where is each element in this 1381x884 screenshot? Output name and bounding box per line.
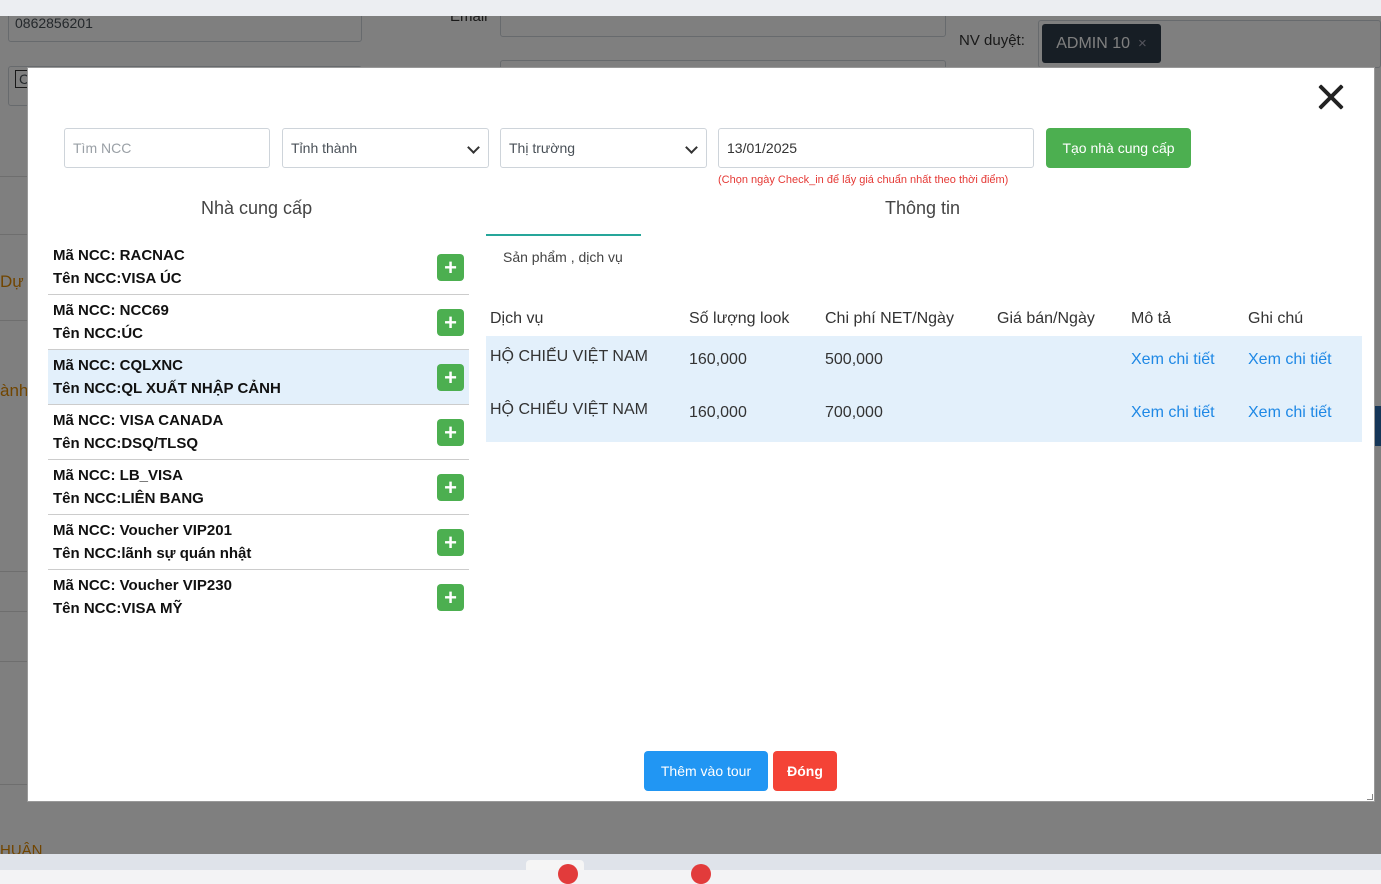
cell-quantity: 160,000 [689, 404, 747, 421]
header-note: Ghi chú [1248, 310, 1304, 327]
supplier-list: Mã NCC: RACNAC Tên NCC:VISA ÚC + Mã NCC:… [48, 240, 469, 625]
table-row[interactable]: HỘ CHIẾU VIỆT NAM 160,000 500,000 Xem ch… [486, 336, 1362, 389]
market-select-value: Thị trường [509, 140, 576, 156]
supplier-name: Tên NCC:DSQ/TLSQ [53, 435, 198, 452]
add-supplier-button[interactable]: + [437, 419, 464, 446]
close-button[interactable]: Đóng [773, 751, 837, 791]
tab-products-services[interactable]: Sản phẩm , dịch vụ [486, 234, 641, 270]
header-sale-price: Giá bán/Ngày [997, 310, 1095, 327]
supplier-name: Tên NCC:lãnh sự quán nhật [53, 545, 252, 562]
add-to-tour-button[interactable]: Thêm vào tour [644, 751, 768, 791]
supplier-search-input[interactable]: Tìm NCC [64, 128, 270, 168]
note-link[interactable]: Xem chi tiết [1248, 404, 1332, 422]
add-supplier-button[interactable]: + [437, 254, 464, 281]
supplier-item[interactable]: Mã NCC: LB_VISA Tên NCC:LIÊN BANG + [48, 460, 469, 515]
supplier-item[interactable]: Mã NCC: RACNAC Tên NCC:VISA ÚC + [48, 240, 469, 295]
supplier-name: Tên NCC:VISA ÚC [53, 270, 182, 287]
supplier-name: Tên NCC:VISA MỸ [53, 600, 183, 617]
cell-quantity: 160,000 [689, 351, 747, 368]
create-supplier-button[interactable]: Tạo nhà cung cấp [1046, 128, 1191, 168]
supplier-code: Mã NCC: NCC69 [53, 302, 169, 319]
supplier-code: Mã NCC: RACNAC [53, 247, 185, 264]
supplier-item[interactable]: Mã NCC: VISA CANADA Tên NCC:DSQ/TLSQ + [48, 405, 469, 460]
close-icon[interactable] [1314, 80, 1348, 114]
taskbar-app-icon[interactable] [558, 864, 578, 884]
resize-handle-icon[interactable] [1367, 794, 1373, 800]
info-title: Thông tin [885, 198, 961, 218]
description-link[interactable]: Xem chi tiết [1131, 351, 1215, 369]
supplier-item[interactable]: Mã NCC: Voucher VIP201 Tên NCC:lãnh sự q… [48, 515, 469, 570]
taskbar-app-icon[interactable] [691, 864, 711, 884]
supplier-code: Mã NCC: LB_VISA [53, 467, 184, 484]
market-select[interactable]: Thị trường [500, 128, 707, 168]
header-net-cost: Chi phí NET/Ngày [825, 310, 954, 327]
supplier-code: Mã NCC: Voucher VIP201 [53, 522, 232, 539]
checkin-date-value: 13/01/2025 [727, 140, 798, 156]
supplier-code: Mã NCC: VISA CANADA [53, 412, 224, 429]
cell-service: HỘ CHIẾU VIỆT NAM [490, 401, 648, 418]
header-description: Mô tả [1131, 310, 1172, 327]
supplier-code: Mã NCC: Voucher VIP230 [53, 577, 232, 594]
description-link[interactable]: Xem chi tiết [1131, 404, 1215, 422]
table-row[interactable]: HỘ CHIẾU VIỆT NAM 160,000 700,000 Xem ch… [486, 389, 1362, 442]
province-select-value: Tỉnh thành [291, 140, 358, 156]
services-table: Dịch vụ Số lượng look Chi phí NET/Ngày G… [486, 304, 1362, 442]
taskbar [0, 854, 1381, 870]
checkin-date-input[interactable]: 13/01/2025 [718, 128, 1034, 168]
add-supplier-button[interactable]: + [437, 529, 464, 556]
supplier-name: Tên NCC:ÚC [53, 325, 143, 342]
supplier-item[interactable]: Mã NCC: Voucher VIP230 Tên NCC:VISA MỸ + [48, 570, 469, 625]
suppliers-title: Nhà cung cấp [201, 198, 313, 218]
chevron-down-icon [685, 141, 698, 154]
note-link[interactable]: Xem chi tiết [1248, 351, 1332, 369]
supplier-item[interactable]: Mã NCC: NCC69 Tên NCC:ÚC + [48, 295, 469, 350]
chevron-down-icon [467, 141, 480, 154]
header-quantity: Số lượng look [689, 310, 790, 327]
supplier-name: Tên NCC:QL XUẤT NHẬP CẢNH [53, 380, 281, 397]
add-supplier-button[interactable]: + [437, 584, 464, 611]
table-header: Dịch vụ Số lượng look Chi phí NET/Ngày G… [486, 304, 1362, 336]
supplier-modal: Tìm NCC Tỉnh thành Thị trường 13/01/2025… [27, 67, 1375, 802]
search-placeholder: Tìm NCC [73, 140, 132, 156]
supplier-item-active[interactable]: Mã NCC: CQLXNC Tên NCC:QL XUẤT NHẬP CẢNH… [48, 350, 469, 405]
supplier-name: Tên NCC:LIÊN BANG [53, 490, 204, 507]
add-supplier-button[interactable]: + [437, 364, 464, 391]
supplier-code: Mã NCC: CQLXNC [53, 357, 183, 374]
cell-service: HỘ CHIẾU VIỆT NAM [490, 348, 648, 365]
header-service: Dịch vụ [490, 310, 544, 327]
add-supplier-button[interactable]: + [437, 309, 464, 336]
cell-net-cost: 500,000 [825, 351, 883, 368]
add-supplier-button[interactable]: + [437, 474, 464, 501]
browser-top-strip [0, 0, 1381, 16]
date-hint: (Chọn ngày Check_in để lấy giá chuẩn nhấ… [718, 174, 1009, 186]
province-select[interactable]: Tỉnh thành [282, 128, 489, 168]
cell-net-cost: 700,000 [825, 404, 883, 421]
